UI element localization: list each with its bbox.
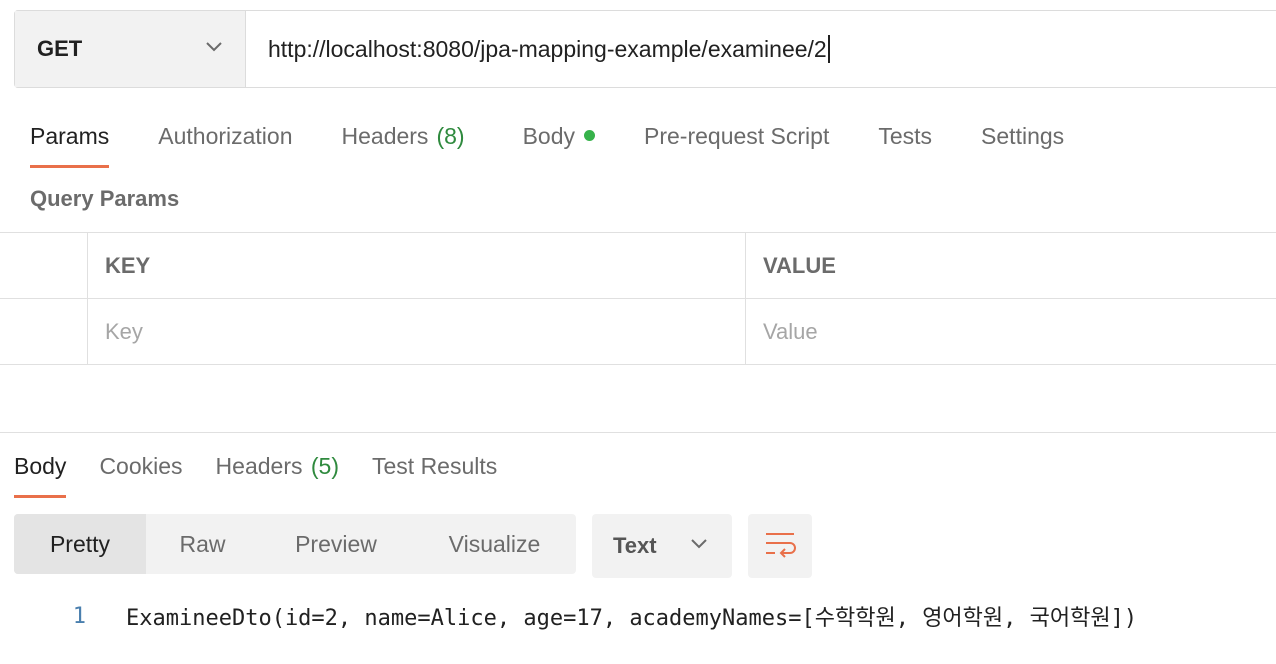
query-params-table: KEY VALUE Key Value: [0, 232, 1276, 365]
body-indicator-dot: [584, 130, 595, 142]
tab-params-label: Params: [30, 123, 110, 149]
tab-tests-label: Tests: [878, 123, 933, 149]
value-column-header: VALUE: [763, 252, 836, 278]
key-placeholder: Key: [105, 318, 143, 344]
tab-settings-label: Settings: [981, 123, 1065, 149]
response-body-text: ExamineeDto(id=2, name=Alice, age=17, ac…: [126, 606, 1138, 631]
request-bar: GET http://localhost:8080/jpa-mapping-ex…: [14, 10, 1276, 88]
method-label: GET: [37, 36, 83, 61]
response-tab-test-results-label: Test Results: [372, 453, 498, 479]
tab-body-label: Body: [522, 123, 575, 149]
response-tab-headers[interactable]: Headers (5): [216, 448, 339, 498]
response-tab-body[interactable]: Body: [14, 448, 67, 498]
tab-prerequest-label: Pre-request Script: [644, 123, 830, 149]
row-checkbox-cell: [0, 299, 88, 364]
text-cursor: [827, 35, 830, 63]
key-column-header: KEY: [105, 252, 151, 278]
tab-prerequest-script[interactable]: Pre-request Script: [644, 116, 829, 168]
tab-params[interactable]: Params: [30, 116, 110, 168]
view-mode-switcher: Pretty Raw Preview Visualize: [14, 514, 576, 574]
view-raw-button[interactable]: Raw: [146, 514, 259, 574]
key-input[interactable]: Key: [88, 299, 746, 364]
tab-body[interactable]: Body: [523, 116, 595, 168]
chevron-down-icon: [205, 40, 223, 58]
response-tab-headers-label: Headers: [215, 453, 303, 479]
view-pretty-button[interactable]: Pretty: [14, 514, 146, 574]
format-select[interactable]: Text: [592, 514, 732, 578]
tab-authorization[interactable]: Authorization: [158, 116, 292, 168]
chevron-down-icon: [690, 537, 708, 555]
table-header-row: KEY VALUE: [0, 232, 1276, 298]
response-tabs: Body Cookies Headers (5) Test Results: [14, 448, 530, 498]
method-select[interactable]: GET: [15, 11, 246, 87]
headers-count: (8): [436, 123, 465, 149]
response-headers-count: (5): [310, 453, 339, 479]
line-number: 1: [72, 603, 86, 629]
view-preview-button[interactable]: Preview: [259, 514, 413, 574]
value-input[interactable]: Value: [746, 299, 1276, 364]
url-input[interactable]: http://localhost:8080/jpa-mapping-exampl…: [246, 11, 1276, 87]
tab-authorization-label: Authorization: [158, 123, 293, 149]
response-tab-body-label: Body: [14, 453, 67, 479]
value-placeholder: Value: [763, 318, 818, 344]
query-params-title: Query Params: [30, 186, 180, 211]
tab-headers-label: Headers: [341, 123, 429, 149]
checkbox-column: [0, 233, 88, 298]
format-label: Text: [613, 533, 657, 558]
response-tab-test-results[interactable]: Test Results: [372, 448, 497, 498]
response-tab-cookies-label: Cookies: [99, 453, 183, 479]
tab-headers[interactable]: Headers (8): [342, 116, 465, 168]
url-text: http://localhost:8080/jpa-mapping-exampl…: [268, 35, 827, 62]
response-tab-cookies[interactable]: Cookies: [99, 448, 182, 498]
request-tabs: Params Authorization Headers (8) Body Pre…: [30, 116, 1113, 168]
tab-settings[interactable]: Settings: [981, 116, 1064, 168]
view-visualize-button[interactable]: Visualize: [413, 514, 576, 574]
tab-tests[interactable]: Tests: [878, 116, 932, 168]
response-body-line: 1 ExamineeDto(id=2, name=Alice, age=17, …: [0, 596, 1137, 636]
pane-divider[interactable]: [0, 432, 1276, 433]
table-row: Key Value: [0, 298, 1276, 365]
wrap-lines-button[interactable]: [748, 514, 812, 578]
wrap-lines-icon: [764, 530, 796, 563]
